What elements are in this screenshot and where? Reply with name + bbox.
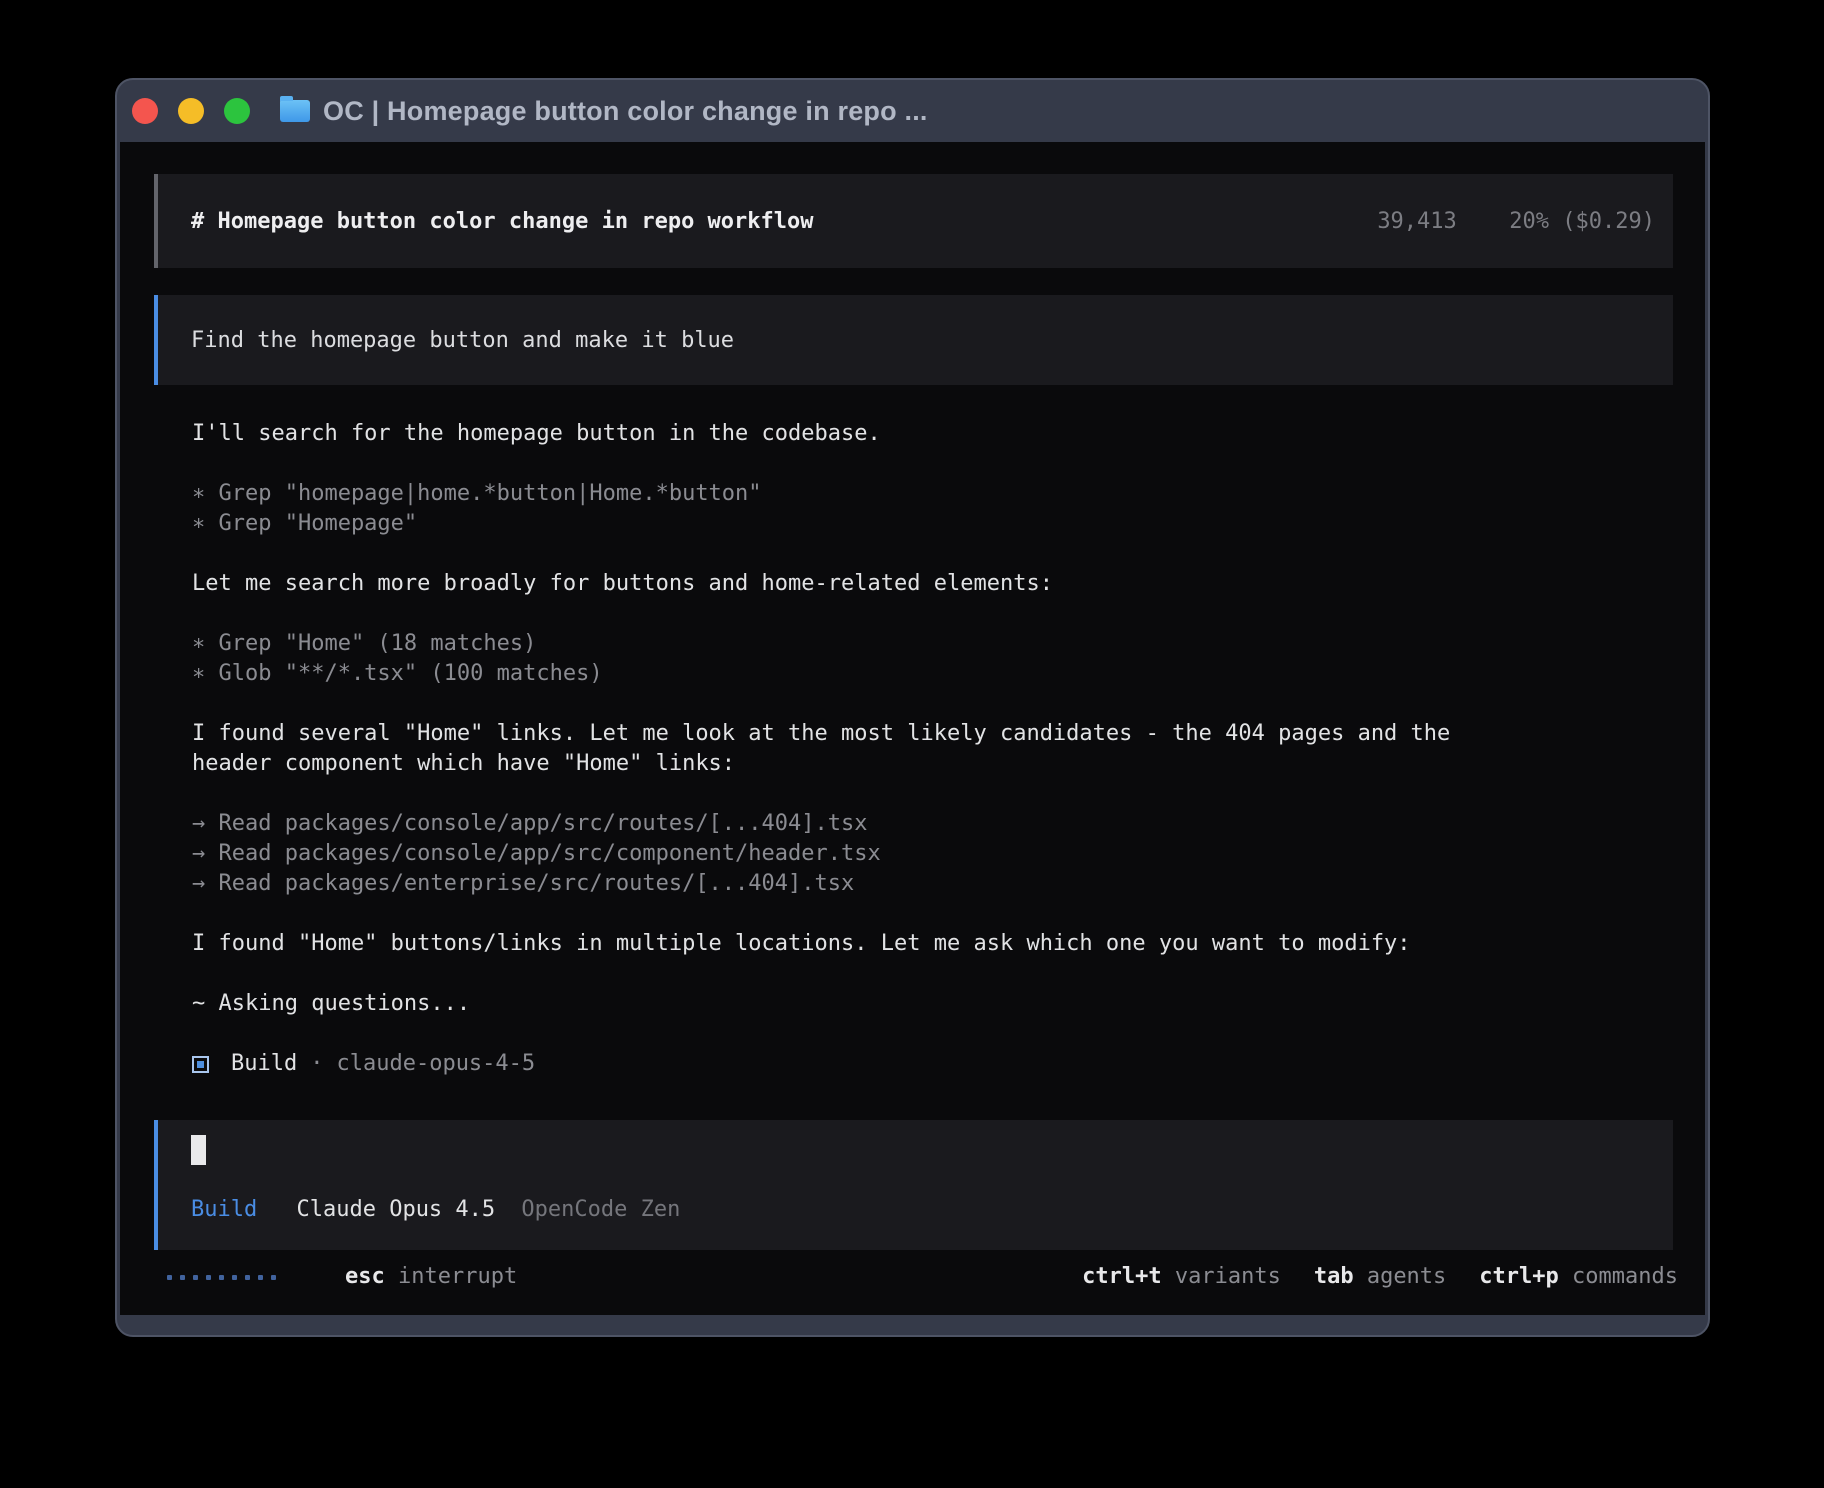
terminal-content: # Homepage button color change in repo w… <box>120 142 1705 1315</box>
input-meta: Build Claude Opus 4.5 OpenCode Zen <box>191 1195 1655 1225</box>
text-cursor <box>191 1135 206 1165</box>
titlebar: OC | Homepage button color change in rep… <box>117 80 1708 142</box>
shortcut-variants: ctrl+t variants <box>1082 1262 1281 1292</box>
working-status: ~ Asking questions... <box>192 989 1673 1019</box>
shortcut-interrupt: esc interrupt <box>345 1262 517 1292</box>
assistant-text: I found "Home" buttons/links in multiple… <box>192 929 1673 959</box>
context-usage: 20% ($0.29) <box>1509 209 1655 234</box>
prompt-input[interactable]: Build Claude Opus 4.5 OpenCode Zen <box>154 1120 1673 1250</box>
token-count: 39,413 <box>1377 209 1456 234</box>
session-title: # Homepage button color change in repo w… <box>191 209 814 234</box>
assistant-text: header component which have "Home" links… <box>192 749 1673 779</box>
assistant-text: I found several "Home" links. Let me loo… <box>192 719 1673 749</box>
tab-key: tab <box>1314 1264 1354 1289</box>
model-label: Claude Opus 4.5 <box>296 1197 495 1222</box>
status-bar-right: ctrl+t variants tab agents ctrl+p comman… <box>1082 1262 1678 1292</box>
commands-label: commands <box>1559 1264 1678 1289</box>
assistant-text: I'll search for the homepage button in t… <box>192 419 1673 449</box>
tool-call-read: → Read packages/console/app/src/componen… <box>192 839 1673 869</box>
spinner-dots <box>167 1275 276 1280</box>
user-message: Find the homepage button and make it blu… <box>154 295 1673 385</box>
agent-status-row: Build · claude-opus-4-5 <box>192 1049 1673 1079</box>
ctrl-t-key: ctrl+t <box>1082 1264 1161 1289</box>
maximize-button[interactable] <box>224 98 250 124</box>
agent-name: Build <box>231 1049 297 1079</box>
status-bar-left: esc interrupt <box>167 1262 517 1292</box>
esc-key: esc <box>345 1264 385 1289</box>
agent-icon <box>192 1056 209 1073</box>
status-bar: esc interrupt ctrl+t variants tab agents… <box>167 1262 1678 1292</box>
user-message-text: Find the homepage button and make it blu… <box>191 328 734 353</box>
session-stats: 39,413 20% ($0.29) <box>1377 209 1655 234</box>
agent-mode-label: Build <box>191 1197 257 1222</box>
shortcut-agents: tab agents <box>1314 1262 1446 1292</box>
variants-label: variants <box>1162 1264 1281 1289</box>
tool-call-read: → Read packages/console/app/src/routes/[… <box>192 809 1673 839</box>
traffic-lights <box>132 98 250 124</box>
close-button[interactable] <box>132 98 158 124</box>
assistant-text: Let me search more broadly for buttons a… <box>192 569 1673 599</box>
agent-model: claude-opus-4-5 <box>336 1049 535 1079</box>
tool-call-grep: ∗ Grep "Homepage" <box>192 509 1673 539</box>
shortcut-commands: ctrl+p commands <box>1479 1262 1678 1292</box>
terminal-window: OC | Homepage button color change in rep… <box>115 78 1710 1337</box>
esc-label: interrupt <box>385 1264 517 1289</box>
assistant-transcript: I'll search for the homepage button in t… <box>192 419 1673 1079</box>
ctrl-p-key: ctrl+p <box>1479 1264 1558 1289</box>
tool-call-glob: ∗ Glob "**/*.tsx" (100 matches) <box>192 659 1673 689</box>
minimize-button[interactable] <box>178 98 204 124</box>
provider-label: OpenCode Zen <box>521 1197 680 1222</box>
folder-icon <box>280 100 310 122</box>
tool-call-read: → Read packages/enterprise/src/routes/[.… <box>192 869 1673 899</box>
tool-call-grep: ∗ Grep "homepage|home.*button|Home.*butt… <box>192 479 1673 509</box>
tool-call-grep: ∗ Grep "Home" (18 matches) <box>192 629 1673 659</box>
agents-label: agents <box>1354 1264 1447 1289</box>
session-header: # Homepage button color change in repo w… <box>154 174 1673 268</box>
separator-dot: · <box>310 1049 323 1079</box>
window-title: OC | Homepage button color change in rep… <box>323 96 928 127</box>
